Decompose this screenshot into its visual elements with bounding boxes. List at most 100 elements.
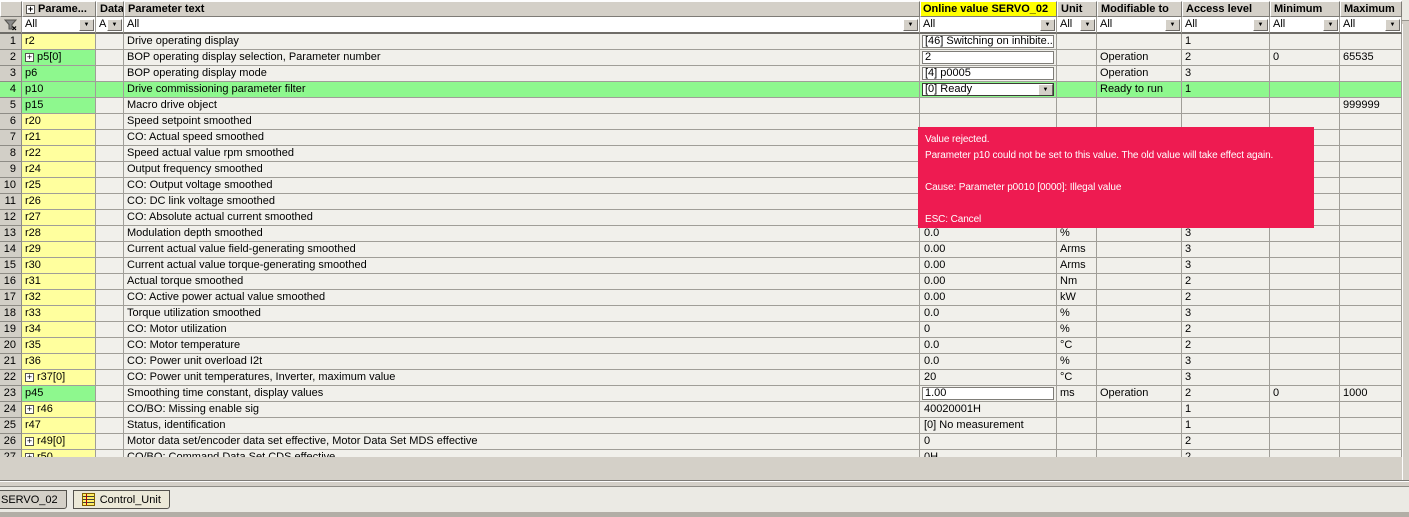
online-value-cell[interactable]: 1.00 [920, 386, 1057, 402]
row-number[interactable]: 1 [0, 34, 22, 50]
vertical-scrollbar[interactable] [1402, 24, 1409, 480]
header-access-level[interactable]: Access level [1182, 1, 1270, 17]
online-value-field[interactable]: 40020001H [922, 403, 1054, 416]
parameter-cell[interactable]: r26 [22, 194, 96, 210]
online-value-cell[interactable]: 0.00 [920, 258, 1057, 274]
parameter-cell[interactable]: r33 [22, 306, 96, 322]
parameter-cell[interactable]: r35 [22, 338, 96, 354]
online-value-cell[interactable]: 0.00 [920, 274, 1057, 290]
expand-icon[interactable] [25, 437, 34, 446]
online-value-field[interactable]: 0.00 [922, 259, 1054, 272]
row-number[interactable]: 6 [0, 114, 22, 130]
row-number[interactable]: 17 [0, 290, 22, 306]
tab-servo-02[interactable]: SERVO_02 [0, 490, 67, 509]
filter-parameter[interactable]: All [22, 17, 96, 34]
header-minimum[interactable]: Minimum [1270, 1, 1340, 17]
row-number[interactable]: 24 [0, 402, 22, 418]
online-value-field[interactable]: [0] Ready [922, 83, 1054, 96]
dropdown-arrow-icon[interactable] [1165, 18, 1180, 31]
parameter-cell[interactable]: p6 [22, 66, 96, 82]
online-value-field[interactable]: [0] No measurement [922, 419, 1054, 432]
online-value-cell[interactable]: 0.0 [920, 354, 1057, 370]
online-value-cell[interactable]: 0H [920, 450, 1057, 457]
row-number[interactable]: 16 [0, 274, 22, 290]
row-number[interactable]: 7 [0, 130, 22, 146]
online-value-field[interactable]: 0 [922, 323, 1054, 336]
row-number[interactable]: 4 [0, 82, 22, 98]
online-value-field[interactable]: 0.0 [922, 355, 1054, 368]
row-number[interactable]: 12 [0, 210, 22, 226]
online-value-field[interactable] [922, 99, 1054, 112]
filter-clear-cell[interactable] [0, 17, 22, 34]
row-number[interactable]: 13 [0, 226, 22, 242]
online-value-cell[interactable]: 0.0 [920, 338, 1057, 354]
dropdown-arrow-icon[interactable] [79, 18, 94, 31]
parameter-cell[interactable]: r24 [22, 162, 96, 178]
online-value-field[interactable]: 0H [922, 451, 1054, 457]
tab-control-unit[interactable]: Control_Unit [72, 490, 170, 509]
row-number[interactable]: 11 [0, 194, 22, 210]
dropdown-arrow-icon[interactable] [1080, 18, 1095, 31]
parameter-cell[interactable]: p5[0] [22, 50, 96, 66]
row-number[interactable]: 27 [0, 450, 22, 457]
row-number[interactable]: 15 [0, 258, 22, 274]
online-value-cell[interactable]: 0.0 [920, 306, 1057, 322]
header-unit[interactable]: Unit [1057, 1, 1097, 17]
parameter-cell[interactable]: r50 [22, 450, 96, 457]
online-value-cell[interactable]: [0] Ready [920, 82, 1057, 98]
row-number[interactable]: 9 [0, 162, 22, 178]
filter-access-level[interactable]: All [1182, 17, 1270, 34]
row-number[interactable]: 19 [0, 322, 22, 338]
dropdown-arrow-icon[interactable] [1038, 84, 1053, 95]
row-number[interactable]: 10 [0, 178, 22, 194]
parameter-cell[interactable]: r30 [22, 258, 96, 274]
parameter-cell[interactable]: r22 [22, 146, 96, 162]
dropdown-arrow-icon[interactable] [1040, 18, 1055, 31]
online-value-cell[interactable]: 0.00 [920, 290, 1057, 306]
online-value-field[interactable]: 0.0 [922, 339, 1054, 352]
row-number[interactable]: 18 [0, 306, 22, 322]
online-value-field[interactable]: 0 [922, 435, 1054, 448]
online-value-cell[interactable]: 2 [920, 50, 1057, 66]
parameter-cell[interactable]: r36 [22, 354, 96, 370]
parameter-cell[interactable]: r32 [22, 290, 96, 306]
online-value-cell[interactable]: [46] Switching on inhibite... [920, 34, 1057, 50]
header-data[interactable]: Data [96, 1, 124, 17]
online-value-field[interactable]: [46] Switching on inhibite... [922, 35, 1054, 48]
filter-minimum[interactable]: All [1270, 17, 1340, 34]
filter-data[interactable]: All [96, 17, 124, 34]
online-value-cell[interactable]: [0] No measurement [920, 418, 1057, 434]
row-number[interactable]: 5 [0, 98, 22, 114]
parameter-cell[interactable]: p15 [22, 98, 96, 114]
expand-icon[interactable] [25, 373, 34, 382]
row-number[interactable]: 22 [0, 370, 22, 386]
parameter-cell[interactable]: r46 [22, 402, 96, 418]
dropdown-arrow-icon[interactable] [1323, 18, 1338, 31]
filter-modifiable-to[interactable]: All [1097, 17, 1182, 34]
row-number[interactable]: 14 [0, 242, 22, 258]
parameter-cell[interactable]: r49[0] [22, 434, 96, 450]
parameter-cell[interactable]: r29 [22, 242, 96, 258]
parameter-cell[interactable]: p45 [22, 386, 96, 402]
online-value-field[interactable]: 0.0 [922, 307, 1054, 320]
expand-all-icon[interactable] [26, 5, 35, 14]
parameter-cell[interactable]: r31 [22, 274, 96, 290]
row-number[interactable]: 3 [0, 66, 22, 82]
row-number[interactable]: 21 [0, 354, 22, 370]
row-number[interactable]: 8 [0, 146, 22, 162]
header-parameter-text[interactable]: Parameter text [124, 1, 920, 17]
parameter-cell[interactable]: r2 [22, 34, 96, 50]
expand-icon[interactable] [25, 453, 34, 457]
dropdown-arrow-icon[interactable] [1385, 18, 1400, 31]
online-value-cell[interactable]: 40020001H [920, 402, 1057, 418]
online-value-cell[interactable]: 0 [920, 322, 1057, 338]
row-number[interactable]: 25 [0, 418, 22, 434]
parameter-cell[interactable]: r47 [22, 418, 96, 434]
parameter-cell[interactable]: r25 [22, 178, 96, 194]
row-number[interactable]: 20 [0, 338, 22, 354]
online-value-field[interactable]: 20 [922, 371, 1054, 384]
online-value-field[interactable]: 0.00 [922, 275, 1054, 288]
online-value-field[interactable]: 0.00 [922, 243, 1054, 256]
parameter-cell[interactable]: r27 [22, 210, 96, 226]
dropdown-arrow-icon[interactable] [107, 18, 122, 31]
